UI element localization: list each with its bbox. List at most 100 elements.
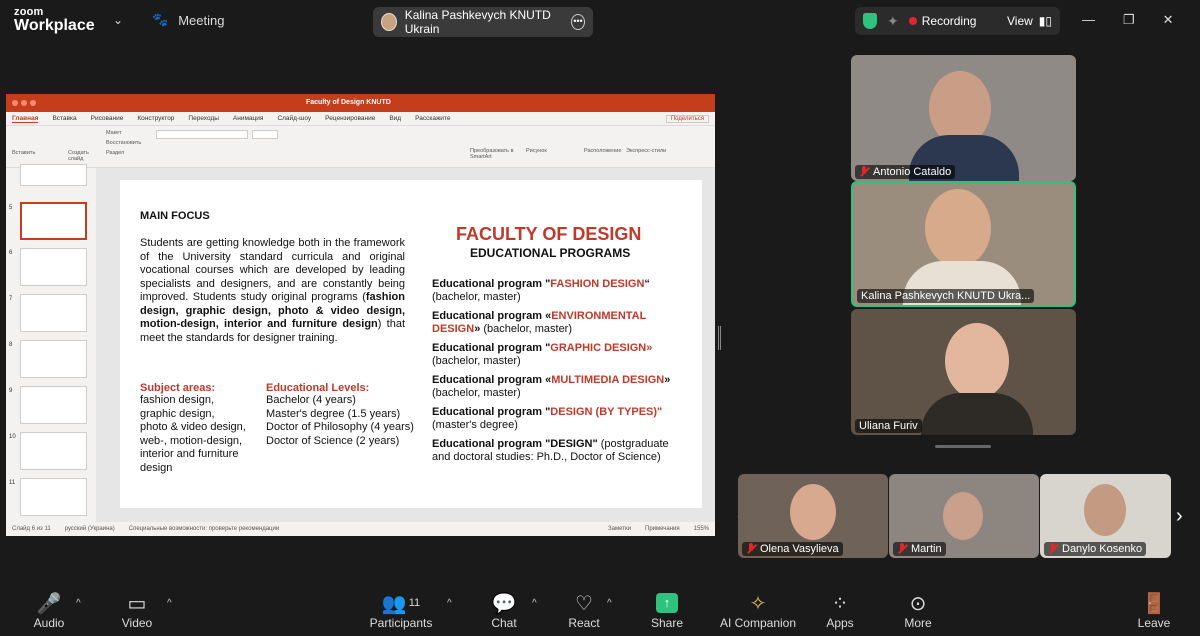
zoom-level[interactable]: 155% [694,526,709,532]
subject-areas: Subject areas: fashion design, graphic d… [140,382,246,474]
notes-button[interactable]: Заметки [608,526,631,532]
window-controls: — ❐ ✕ [1082,12,1174,28]
shield-icon[interactable] [863,13,877,29]
participant-face [1084,484,1126,536]
ai-companion-button[interactable]: ✧ AI Companion [718,590,798,631]
tab-animations[interactable]: Анимация [233,115,264,122]
comments-button[interactable]: Примечания [645,526,680,532]
top-bar: zoom Workplace ⌄ 🐾 Meeting Kalina Pashke… [0,0,1200,44]
slide-thumb[interactable] [20,432,87,470]
video-camera-icon: ▭ [127,592,147,615]
chat-icon: 💬 [491,592,517,615]
participants-options-icon[interactable]: ^ [447,598,452,609]
font-field[interactable] [156,130,248,139]
video-button[interactable]: ▭ Video [112,590,162,631]
splitter-handle[interactable] [718,326,721,350]
educational-levels: Educational Levels: Bachelor (4 years) M… [266,382,414,447]
tab-home[interactable]: Главная [12,115,39,123]
paste-button[interactable]: Вставить [12,150,35,156]
react-button[interactable]: ♡ React [564,590,604,631]
participants-icon: 👥 [381,592,407,615]
picture-button[interactable]: Рисунок [526,148,547,154]
slide[interactable]: MAIN FOCUS Students are getting knowledg… [120,180,702,508]
video-options-icon[interactable]: ^ [167,598,172,609]
main-focus-heading: MAIN FOCUS [140,210,210,222]
more-options-icon[interactable]: ••• [570,14,585,30]
more-icon: ⊙ [909,592,927,615]
slide-thumbnails: 5 6 7 8 9 10 11 [6,164,96,522]
styles-button[interactable]: Экспресс-стили [626,148,666,154]
participant-name: Martin [893,542,946,556]
participant-face [790,484,836,540]
arrange-button[interactable]: Расположение [584,148,621,154]
next-page-icon[interactable]: › [1176,505,1183,528]
slide-thumb[interactable] [20,386,87,424]
participant-face [943,492,983,540]
section-button[interactable]: Раздел [106,150,124,156]
video-tile[interactable]: Danylo Kosenko [1040,474,1171,558]
program-item: Educational program «ENVIRONMENTAL DESIG… [432,310,647,335]
chevron-down-icon[interactable]: ⌄ [113,13,127,27]
minimize-icon[interactable]: — [1082,12,1095,28]
tab-insert[interactable]: Вставка [52,115,76,122]
tab-transitions[interactable]: Переходы [188,115,219,122]
mic-off-icon [746,543,756,555]
slide-thumb[interactable] [20,294,87,332]
record-dot-icon [908,17,917,25]
mic-muted-icon: 🎤 [36,592,62,615]
tab-review[interactable]: Рецензирование [325,115,375,122]
slide-thumb[interactable] [20,478,87,516]
more-button[interactable]: ⊙ More [898,590,938,631]
slide-thumb[interactable] [20,340,87,378]
ppt-share-button[interactable]: Поделиться [665,114,709,123]
tab-slideshow[interactable]: Слайд-шоу [277,115,311,122]
chat-button[interactable]: 💬 Chat [484,590,524,631]
participants-button[interactable]: 👥 11 Participants [368,590,434,631]
react-options-icon[interactable]: ^ [607,598,612,609]
font-size-field[interactable] [252,130,278,139]
video-tile[interactable]: Antonio Cataldo [851,55,1076,181]
slide-thumb[interactable] [20,164,87,186]
participant-name: Uliana Furiv [855,419,922,433]
smartart-button[interactable]: Преобразовать в SmartArt [470,148,514,160]
mic-off-icon [897,543,907,555]
tell-me[interactable]: Расскажите [415,115,450,122]
close-icon[interactable]: ✕ [1163,12,1174,28]
share-button[interactable]: ↑ Share [647,590,687,630]
tab-draw[interactable]: Рисование [91,115,124,122]
video-tile[interactable]: Olena Vasylieva [738,474,888,558]
ppt-titlebar: Faculty of Design KNUTD [6,94,715,112]
faculty-title: FACULTY OF DESIGN [456,224,642,244]
recording-indicator[interactable]: Recording [908,14,976,28]
slide-thumb-selected[interactable] [20,202,87,240]
slide-thumb[interactable] [20,248,87,286]
chat-options-icon[interactable]: ^ [532,598,537,609]
video-tile[interactable]: Uliana Furiv [851,309,1076,435]
ppt-statusbar: Слайд 6 из 11 русский (Украина) Специаль… [6,522,715,536]
reset-button[interactable]: Восстановить [106,140,141,146]
zoom-logo: zoom Workplace [14,6,95,34]
screen-share-indicator[interactable]: Kalina Pashkevych KNUTD Ukrain ••• [373,7,593,37]
heart-icon: ♡ [575,592,593,615]
layout-button[interactable]: Макет [106,130,122,136]
participant-face [945,323,1009,399]
sparkle-icon[interactable]: ✦ [887,13,899,30]
tab-design[interactable]: Конструктор [137,115,174,122]
restore-icon[interactable]: ❐ [1123,12,1135,28]
meeting-menu[interactable]: 🐾 Meeting [152,12,224,28]
mic-off-icon [859,166,869,178]
audio-button[interactable]: 🎤 Audio [24,590,74,631]
view-button[interactable]: View ▮▯ [1007,14,1052,28]
video-tile[interactable]: Martin [889,474,1039,558]
apps-button[interactable]: ⁘ Apps [820,590,860,631]
edu-programs-title: EDUCATIONAL PROGRAMS [470,246,631,260]
tab-view[interactable]: Вид [389,115,401,122]
audio-options-icon[interactable]: ^ [76,598,81,609]
participant-face [925,189,991,267]
video-tile-active[interactable]: Kalina Pashkevych KNUTD Ukra... [851,181,1076,307]
leave-button[interactable]: 🚪 Leave [1134,590,1174,631]
participant-face [929,71,991,145]
window-buttons [12,100,36,106]
resize-handle[interactable] [935,445,991,448]
new-slide-button[interactable]: Создать слайд [68,150,94,162]
